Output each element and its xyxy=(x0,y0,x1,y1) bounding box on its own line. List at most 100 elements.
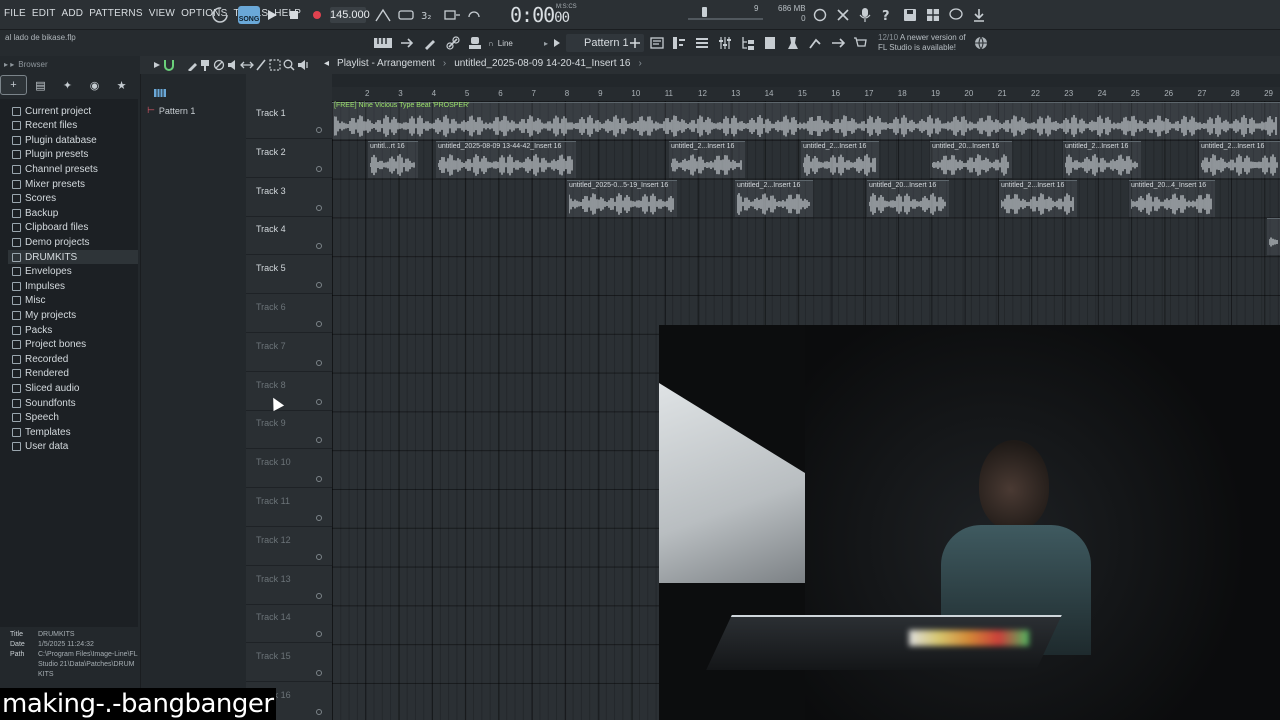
browser-item[interactable]: Backup xyxy=(12,206,58,220)
play-pattern-arrow-icon[interactable] xyxy=(548,34,566,52)
track-mute-led[interactable] xyxy=(316,437,322,444)
track-mute-led[interactable] xyxy=(316,204,322,211)
undo-history-icon[interactable] xyxy=(811,6,829,24)
update-notice[interactable]: 12/10 A newer version of FL Studio is av… xyxy=(878,33,966,53)
browser-tree-icon[interactable] xyxy=(739,34,757,52)
mixer-icon[interactable] xyxy=(716,34,734,52)
audio-clip[interactable]: untitled_2025-08-09 13-44-42_Insert 16 xyxy=(436,140,576,178)
timeline-ruler[interactable]: 2 3 4 5 6 7 8 9 10 11 12 13 14 15 16 17 18 19 20 21 22 23 24 25… xyxy=(332,87,1280,101)
download-icon[interactable] xyxy=(970,6,988,24)
snap-selector[interactable]: ∩ Line ▸ xyxy=(488,35,548,51)
track-header[interactable]: Track 14 xyxy=(246,605,332,644)
add-pattern-icon[interactable] xyxy=(626,34,644,52)
browser-item[interactable]: Packs xyxy=(12,323,52,337)
shopping-cart-icon[interactable] xyxy=(851,34,869,52)
track-header[interactable]: Track 1 xyxy=(246,101,332,139)
browser-item[interactable]: Current project xyxy=(12,104,91,118)
track-mute-led[interactable] xyxy=(316,670,322,677)
audio-clip[interactable]: untitl...rt 16 xyxy=(368,140,418,178)
piano-roll-icon[interactable] xyxy=(670,34,688,52)
browser-item[interactable]: My projects xyxy=(12,308,76,322)
audio-clip[interactable]: untitled_20...Insert 16 xyxy=(867,179,949,217)
audio-clip[interactable]: untitled_2...Insert 16 xyxy=(735,179,813,217)
menu-view[interactable]: VIEW xyxy=(149,8,175,19)
menu-edit[interactable]: EDIT xyxy=(32,8,56,19)
track-mute-led[interactable] xyxy=(316,127,322,133)
tempo-display[interactable]: 145.000 xyxy=(330,7,370,23)
track-mute-led[interactable] xyxy=(316,709,322,715)
track-header[interactable]: Track 15 xyxy=(246,644,332,683)
audio-clip[interactable]: untitled_2...Insert 16 xyxy=(669,140,745,178)
wait-input-icon[interactable] xyxy=(397,6,415,24)
piano-keyboard-icon[interactable] xyxy=(374,34,392,52)
tools-icon[interactable] xyxy=(834,6,852,24)
track-header[interactable]: Track 13 xyxy=(246,567,332,605)
metronome-icon[interactable] xyxy=(374,6,392,24)
help-icon[interactable]: ? xyxy=(878,6,896,24)
browser-item[interactable]: DRUMKITS xyxy=(8,250,138,264)
browser-arrows-icon[interactable]: ▸ ▸ xyxy=(4,60,14,69)
browser-item[interactable]: Soundfonts xyxy=(12,396,76,410)
tab-all-icon[interactable]: + xyxy=(0,75,27,95)
globe-icon[interactable] xyxy=(972,34,990,52)
track-header[interactable]: Track 12 xyxy=(246,528,332,566)
audio-clip[interactable]: untitled_2025-0...5-19_Insert 16 xyxy=(567,179,677,217)
browser-item[interactable]: Scores xyxy=(12,192,56,206)
edison-icon[interactable] xyxy=(829,34,847,52)
track-mute-led[interactable] xyxy=(316,282,322,289)
menu-file[interactable]: FILE xyxy=(4,8,26,19)
pattern-list-icon[interactable] xyxy=(151,84,169,102)
track-header[interactable]: Track 3 xyxy=(246,179,332,217)
microphone-icon[interactable] xyxy=(856,6,874,24)
browser-item[interactable]: Channel presets xyxy=(12,162,98,176)
plugin-picker-icon[interactable] xyxy=(784,34,802,52)
plugin-manager-icon[interactable] xyxy=(924,6,942,24)
audio-clip[interactable]: untitled_2...Insert 16 xyxy=(1199,140,1280,178)
playlist-icon[interactable] xyxy=(648,34,666,52)
touch-controller-icon[interactable] xyxy=(806,34,824,52)
audio-clip[interactable]: untitled_2...Insert 16 xyxy=(801,140,879,178)
record-icon[interactable] xyxy=(308,6,326,24)
track-mute-led[interactable] xyxy=(316,165,322,172)
menu-add[interactable]: ADD xyxy=(62,8,84,19)
audio-clip[interactable]: untitled_20...4_Insert 16 xyxy=(1129,179,1215,217)
menu-patterns[interactable]: PATTERNS xyxy=(89,8,142,19)
track-header[interactable]: Track 10 xyxy=(246,450,332,489)
track-header[interactable]: Track 6 xyxy=(246,295,332,333)
browser-item[interactable]: Recent files xyxy=(12,119,77,133)
magnet-snap-icon[interactable] xyxy=(160,56,178,74)
chat-icon[interactable] xyxy=(947,6,965,24)
track-mute-led[interactable] xyxy=(316,592,322,599)
loop-record-icon[interactable] xyxy=(466,6,484,24)
save-icon[interactable] xyxy=(901,6,919,24)
track-mute-led[interactable] xyxy=(316,359,322,366)
arrow-right-icon[interactable] xyxy=(398,34,416,52)
track-header[interactable]: Track 4 xyxy=(246,217,332,256)
track-mute-led[interactable] xyxy=(316,631,322,638)
pencil-icon[interactable] xyxy=(421,34,439,52)
track-header[interactable]: Track 7 xyxy=(246,334,332,372)
browser-item[interactable]: Demo projects xyxy=(12,235,89,249)
browser-item[interactable]: Mixer presets xyxy=(12,177,85,191)
track-header[interactable]: Track 8 xyxy=(246,373,332,411)
countdown-icon[interactable]: 3₂ xyxy=(420,6,438,24)
track-header[interactable]: Track 11 xyxy=(246,489,332,527)
audio-clip[interactable] xyxy=(332,102,1280,139)
browser-item[interactable]: Recorded xyxy=(12,352,68,366)
blend-notes-icon[interactable] xyxy=(443,6,461,24)
track-mute-led[interactable] xyxy=(316,398,322,405)
browser-item[interactable]: Clipboard files xyxy=(12,221,88,235)
browser-item[interactable]: Project bones xyxy=(12,338,86,352)
tab-current-project-icon[interactable]: ▤ xyxy=(27,75,54,95)
picker-pattern-item[interactable]: ⊢ Pattern 1 xyxy=(147,105,195,116)
link-icon[interactable] xyxy=(444,34,462,52)
track-mute-led[interactable] xyxy=(316,476,322,483)
track-mute-led[interactable] xyxy=(316,243,322,250)
browser-item[interactable]: Impulses xyxy=(12,279,65,293)
browser-item[interactable]: Rendered xyxy=(12,367,69,381)
audio-clip[interactable] xyxy=(1267,218,1280,256)
browser-item[interactable]: User data xyxy=(12,440,68,454)
song-mode-toggle[interactable]: SONG xyxy=(238,6,260,24)
browser-item[interactable]: Templates xyxy=(12,425,71,439)
track-mute-led[interactable] xyxy=(316,553,322,560)
